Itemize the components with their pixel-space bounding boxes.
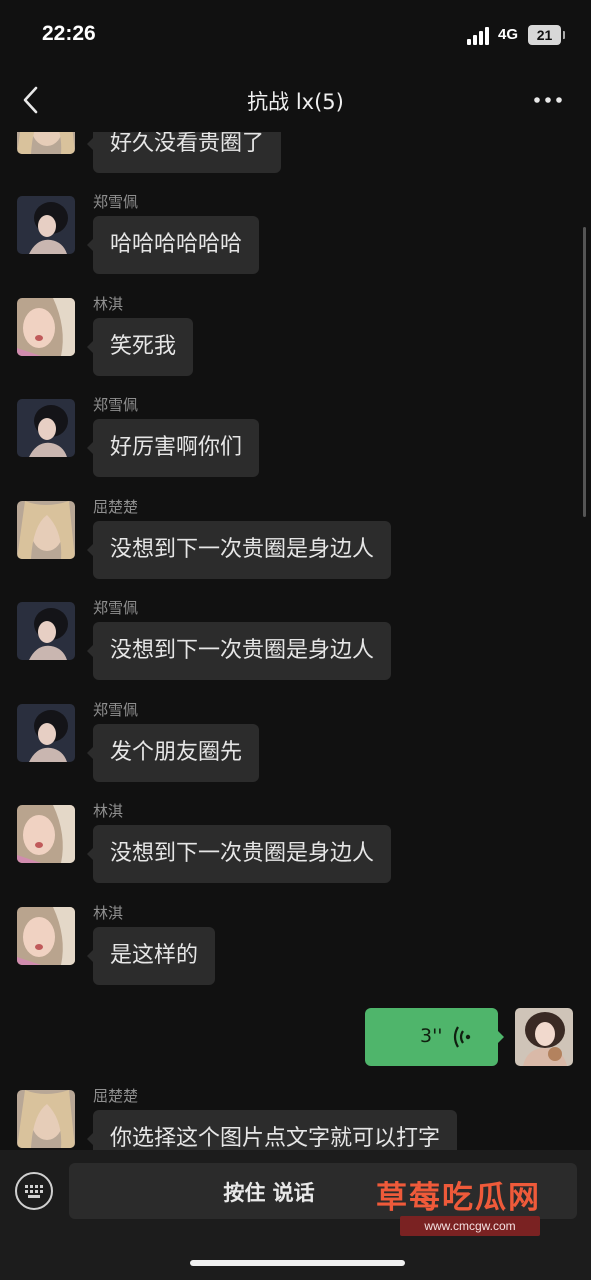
keyboard-icon: [25, 1185, 43, 1198]
battery-icon: 21: [528, 25, 565, 45]
message-bubble[interactable]: 你选择这个图片点文字就可以打字: [86, 1110, 458, 1150]
message-bubble[interactable]: 没想到下一次贵圈是身边人: [86, 825, 392, 883]
avatar-linqi[interactable]: [17, 907, 75, 965]
sender-name: 林淇: [93, 295, 124, 313]
sender-name: 屈楚楚: [93, 1087, 139, 1105]
avatar-linqi[interactable]: [17, 805, 75, 863]
sender-name: 郑雪佩: [93, 193, 139, 211]
battery-level: 21: [536, 27, 553, 43]
avatar-zhengxuepei[interactable]: [17, 704, 75, 762]
message-list[interactable]: 好久没看贵圈了 郑雪佩 哈哈哈哈哈哈 林淇 笑死我 郑雪佩 好厉害啊你们 屈楚楚…: [0, 132, 591, 1150]
message-bubble[interactable]: 没想到下一次贵圈是身边人: [86, 521, 392, 579]
input-bar: 按住 说话 草莓吃瓜网 www.cmcgw.com: [0, 1150, 591, 1280]
watermark-title: 草莓吃瓜网: [376, 1180, 541, 1216]
keyboard-toggle-button[interactable]: [15, 1172, 53, 1210]
avatar-quchuchu[interactable]: [17, 1090, 75, 1148]
avatar-zhengxuepei[interactable]: [17, 196, 75, 254]
sender-name: 屈楚楚: [93, 498, 139, 516]
status-bar: 22:26 4G 21: [0, 0, 591, 70]
watermark-url: www.cmcgw.com: [400, 1216, 540, 1236]
voice-message-bubble[interactable]: 3'': [365, 1008, 504, 1066]
scrollbar[interactable]: [583, 227, 586, 517]
sender-name: 林淇: [93, 904, 124, 922]
more-icon: [534, 97, 562, 103]
avatar-quchuchu[interactable]: [17, 132, 75, 154]
avatar-zhengxuepei[interactable]: [17, 399, 75, 457]
message-bubble[interactable]: 发个朋友圈先: [86, 724, 260, 782]
message-bubble[interactable]: 哈哈哈哈哈哈: [86, 216, 260, 274]
avatar-linqi[interactable]: [17, 298, 75, 356]
voice-wave-icon: [453, 1026, 471, 1048]
message-bubble[interactable]: 没想到下一次贵圈是身边人: [86, 622, 392, 680]
sender-name: 郑雪佩: [93, 701, 139, 719]
status-time: 22:26: [42, 22, 96, 45]
avatar-quchuchu[interactable]: [17, 501, 75, 559]
more-button[interactable]: [532, 92, 564, 108]
sender-name: 林淇: [93, 802, 124, 820]
home-indicator[interactable]: [190, 1260, 405, 1266]
chat-header: 抗战 lx(5): [0, 70, 591, 132]
sender-name: 郑雪佩: [93, 396, 139, 414]
message-bubble[interactable]: 好厉害啊你们: [86, 419, 260, 477]
signal-icon: [467, 27, 491, 45]
network-type: 4G: [498, 26, 519, 43]
chat-title: 抗战 lx(5): [247, 90, 344, 114]
sender-name: 郑雪佩: [93, 599, 139, 617]
avatar-self[interactable]: [515, 1008, 573, 1066]
avatar-zhengxuepei[interactable]: [17, 602, 75, 660]
message-bubble[interactable]: 好久没看贵圈了: [86, 132, 282, 173]
voice-duration: 3'': [420, 1025, 443, 1047]
message-bubble[interactable]: 笑死我: [86, 318, 194, 376]
message-bubble[interactable]: 是这样的: [86, 927, 216, 985]
